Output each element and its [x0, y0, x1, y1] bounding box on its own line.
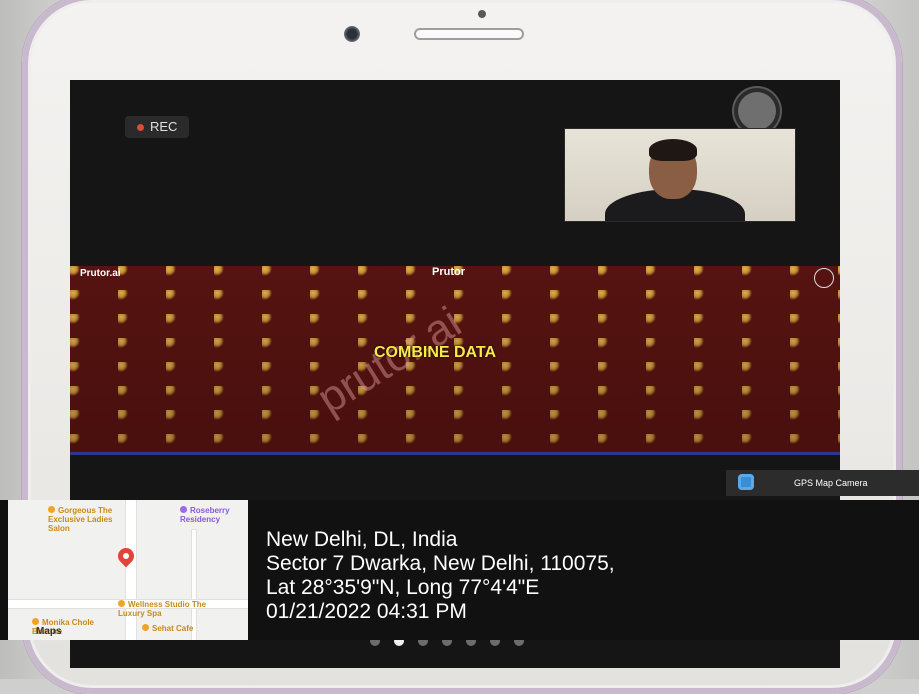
earpiece-speaker — [414, 28, 524, 40]
map-poi: Gorgeous The Exclusive Ladies Salon — [48, 506, 113, 533]
address-line: Sector 7 Dwarka, New Delhi, 110075, — [266, 552, 615, 575]
proximity-sensor — [478, 10, 486, 18]
shared-slide-title: Prutor — [432, 266, 465, 278]
shared-brand-logo: Prutor.ai — [80, 268, 121, 279]
coordinates-line: Lat 28°35'9"N, Long 77°4'4"E — [266, 576, 540, 599]
gps-app-name: GPS Map Camera — [794, 478, 868, 488]
gps-app-tag: GPS Map Camera — [726, 470, 919, 496]
gps-address-block: New Delhi, DL, India Sector 7 Dwarka, Ne… — [266, 528, 615, 624]
maps-attribution: Maps — [36, 626, 62, 637]
record-dot-icon — [137, 123, 144, 131]
slide-heading: COMBINE DATA — [374, 344, 497, 361]
shared-screen: Prutor.ai Prutor prutor.ai COMBINE DATA — [70, 266, 840, 452]
assistive-touch-button[interactable] — [738, 92, 776, 130]
participant-video-tile[interactable] — [564, 128, 796, 222]
shared-screen-progress-bar — [70, 452, 840, 455]
gps-camera-app-icon — [738, 474, 754, 490]
participant-hair — [649, 139, 697, 161]
recording-label: REC — [150, 119, 178, 134]
location-line: New Delhi, DL, India — [266, 528, 458, 551]
map-poi: Wellness Studio The Luxury Spa — [118, 600, 207, 618]
front-camera — [344, 26, 360, 42]
map-poi: Roseberry Residency — [180, 506, 230, 524]
datetime-line: 01/21/2022 04:31 PM — [266, 600, 467, 623]
map-poi: Sehat Cafe — [142, 624, 222, 633]
recording-indicator: REC — [125, 116, 190, 138]
mini-map: Gorgeous The Exclusive Ladies Salon Rose… — [8, 500, 248, 640]
institute-emblem-icon — [814, 268, 834, 288]
